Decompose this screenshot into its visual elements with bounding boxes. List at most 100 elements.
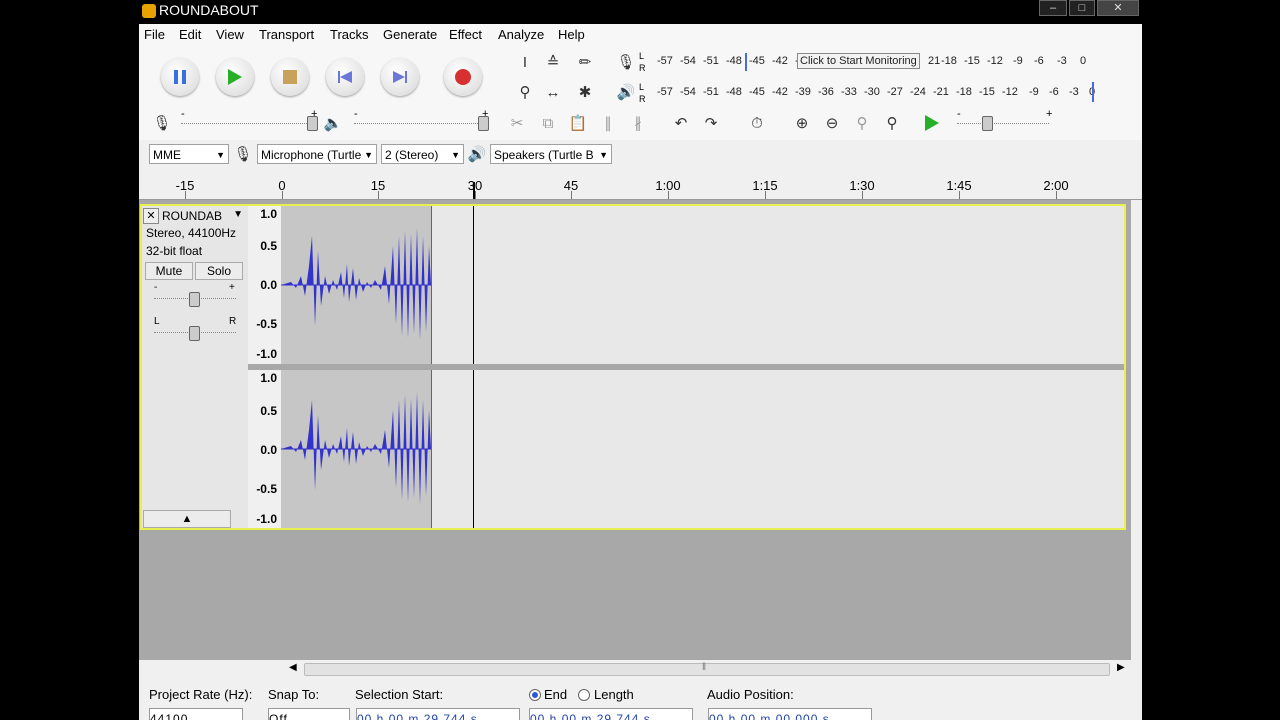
play-speed-track[interactable] xyxy=(957,123,1049,124)
waveform-left-channel[interactable] xyxy=(281,206,1124,364)
project-rate-select[interactable]: 44100 xyxy=(149,708,243,720)
skip-to-start-button[interactable] xyxy=(326,58,364,96)
magnifier-icon: ⚲ xyxy=(519,84,531,101)
amp-tick: 1.0 xyxy=(260,371,277,385)
paste-button[interactable]: 📋 xyxy=(567,112,589,134)
draw-tool-button[interactable]: ✏ xyxy=(574,51,596,73)
menu-analyze[interactable]: Analyze xyxy=(498,27,544,42)
meter-tick: -12 xyxy=(987,55,1003,67)
time-shift-tool-button[interactable]: ↔ xyxy=(542,81,564,103)
waveform-right xyxy=(281,392,431,504)
selection-toolbar: Project Rate (Hz): Snap To: Selection St… xyxy=(139,680,1142,720)
scroll-left-icon[interactable]: ◀ xyxy=(289,662,297,673)
silence-button[interactable]: ∦ xyxy=(627,112,649,134)
input-channels-select[interactable]: 2 (Stereo) ▼ xyxy=(381,144,464,164)
menu-transport[interactable]: Transport xyxy=(259,27,314,42)
chevron-down-icon: ▼ xyxy=(599,150,608,160)
length-radio[interactable] xyxy=(578,689,590,701)
menu-edit[interactable]: Edit xyxy=(179,27,201,42)
amp-tick: -1.0 xyxy=(256,347,277,361)
collapse-track-button[interactable]: ▲ xyxy=(143,510,231,528)
snap-to-select[interactable]: Off xyxy=(268,708,350,720)
meter-tick: -12 xyxy=(1002,86,1018,98)
close-window-button[interactable]: ✕ xyxy=(1097,0,1139,16)
clip-edge xyxy=(431,370,432,528)
selection-start-field[interactable]: 00 h 00 m 29.744 s xyxy=(356,708,520,720)
meter-tick: 21 xyxy=(928,55,941,67)
play-meter-left-label: L xyxy=(639,82,645,92)
play-speed-thumb[interactable] xyxy=(982,116,993,131)
minimize-button[interactable]: – xyxy=(1039,0,1067,16)
pan-slider-thumb[interactable] xyxy=(189,326,200,341)
play-meter-right-label: R xyxy=(639,94,646,104)
zoom-tool-button[interactable]: ⚲ xyxy=(514,81,536,103)
record-button[interactable] xyxy=(444,58,482,96)
record-level-meter[interactable]: -57 -54 -51 -48 -45 -42 -3 Click to Star… xyxy=(649,51,1099,73)
snap-to-label: Snap To: xyxy=(268,687,320,702)
redo-button[interactable]: ↷ xyxy=(700,112,722,134)
sync-lock-button[interactable]: ⏱ xyxy=(746,112,768,134)
zoom-out-button[interactable]: ⊖ xyxy=(821,112,843,134)
selection-end-field[interactable]: 00 h 00 m 29.744 s xyxy=(529,708,693,720)
waveform-right-channel[interactable] xyxy=(281,370,1124,528)
slider-minus-label: - xyxy=(957,108,961,120)
meter-tick: -51 xyxy=(703,86,719,98)
input-volume-track[interactable] xyxy=(181,123,317,124)
envelope-tool-button[interactable]: ≙ xyxy=(542,51,564,73)
output-volume-track[interactable] xyxy=(354,123,486,124)
mute-button[interactable]: Mute xyxy=(145,262,193,280)
maximize-button[interactable]: □ xyxy=(1069,0,1095,16)
audio-track[interactable]: ✕ ROUNDAB ▼ Stereo, 44100Hz 32-bit float… xyxy=(140,204,1126,530)
audio-position-field[interactable]: 00 h 00 m 00.000 s xyxy=(708,708,872,720)
start-monitoring-tooltip[interactable]: Click to Start Monitoring xyxy=(797,53,920,69)
track-close-button[interactable]: ✕ xyxy=(143,208,159,224)
multi-tool-button[interactable]: ✱ xyxy=(574,81,596,103)
play-at-speed-icon xyxy=(925,115,939,131)
copy-button[interactable]: ⧉ xyxy=(537,112,559,134)
menu-view[interactable]: View xyxy=(216,27,244,42)
timeline-ruler[interactable]: -15 0 15 30 45 1:00 1:15 1:30 1:45 2:00 xyxy=(139,172,1142,200)
vertical-scrollbar[interactable] xyxy=(1131,200,1142,660)
cut-button[interactable]: ✂ xyxy=(506,112,528,134)
track-name: ROUNDAB xyxy=(162,209,223,223)
record-meter-button[interactable]: 🎙 xyxy=(615,51,637,73)
play-button[interactable] xyxy=(216,58,254,96)
audio-host-select[interactable]: MME ▼ xyxy=(149,144,229,164)
horizontal-scroll-thumb[interactable] xyxy=(304,663,1110,676)
gain-slider-thumb[interactable] xyxy=(189,292,200,307)
menu-file[interactable]: File xyxy=(144,27,165,42)
play-at-speed-button[interactable] xyxy=(921,112,943,134)
horizontal-scrollbar[interactable]: ◀ ‖ ▶ xyxy=(139,660,1142,678)
menu-bar: File Edit View Transport Tracks Generate… xyxy=(139,24,1142,47)
end-radio[interactable] xyxy=(529,689,541,701)
meter-tick: -3 xyxy=(1057,55,1067,67)
trim-button[interactable]: ∥ xyxy=(597,112,619,134)
menu-effect[interactable]: Effect xyxy=(449,27,482,42)
track-name-menu[interactable]: ROUNDAB ▼ xyxy=(159,208,245,224)
playback-level-meter[interactable]: -57 -54 -51 -48 -45 -42 -39 -36 -33 -30 … xyxy=(649,82,1099,104)
amp-tick: 0.0 xyxy=(260,278,277,292)
grip-icon: ‖ xyxy=(702,662,707,673)
solo-button[interactable]: Solo xyxy=(195,262,243,280)
scroll-right-icon[interactable]: ▶ xyxy=(1117,662,1125,673)
skip-to-end-button[interactable] xyxy=(381,58,419,96)
stop-button[interactable] xyxy=(271,58,309,96)
menu-tracks[interactable]: Tracks xyxy=(330,27,369,42)
fit-selection-button[interactable]: ⚲ xyxy=(851,112,873,134)
output-device-value: Speakers (Turtle B xyxy=(494,148,594,162)
pause-button[interactable] xyxy=(161,58,199,96)
menu-help[interactable]: Help xyxy=(558,27,585,42)
audacity-app-icon xyxy=(142,4,156,18)
selection-tool-button[interactable]: I xyxy=(514,51,536,73)
undo-button[interactable]: ↶ xyxy=(670,112,692,134)
menu-generate[interactable]: Generate xyxy=(383,27,437,42)
fit-project-button[interactable]: ⚲ xyxy=(881,112,903,134)
track-format-info: Stereo, 44100Hz xyxy=(146,226,237,240)
input-device-select[interactable]: Microphone (Turtle ▼ xyxy=(257,144,377,164)
meter-tick: -39 xyxy=(795,86,811,98)
toolbar-area: I ≙ ✏ ⚲ ↔ ✱ 🎙 🔊 L R L R -57 -54 -51 -48 … xyxy=(139,46,1142,140)
output-device-select[interactable]: Speakers (Turtle B ▼ xyxy=(490,144,612,164)
collapse-up-icon: ▲ xyxy=(181,513,193,525)
zoom-in-button[interactable]: ⊕ xyxy=(791,112,813,134)
playback-meter-button[interactable]: 🔊 xyxy=(615,81,637,103)
